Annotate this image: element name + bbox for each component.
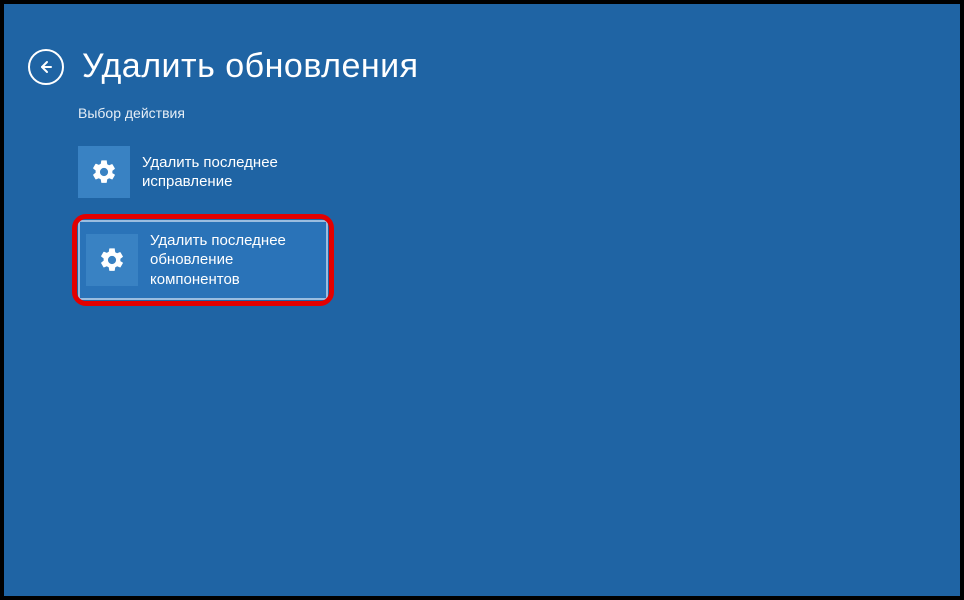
tile-icon-box — [86, 234, 138, 286]
page-subtitle: Выбор действия — [78, 105, 185, 121]
recovery-screen: Удалить обновления Выбор действия Удалит… — [0, 0, 964, 600]
arrow-left-icon — [38, 59, 54, 75]
page-title: Удалить обновления — [82, 48, 419, 85]
header: Удалить обновления — [28, 48, 419, 85]
uninstall-quality-update-tile[interactable]: Удалить последнее исправление — [78, 138, 328, 206]
gear-icon — [90, 158, 118, 186]
back-button[interactable] — [28, 49, 64, 85]
tile-label: Удалить последнее обновление компонентов — [150, 231, 286, 289]
uninstall-feature-update-tile[interactable]: Удалить последнее обновление компонентов — [78, 220, 328, 300]
tile-label: Удалить последнее исправление — [142, 153, 328, 191]
gear-icon — [98, 246, 126, 274]
tile-icon-box — [78, 146, 130, 198]
highlighted-wrapper: Удалить последнее обновление компонентов — [78, 220, 328, 300]
options-list: Удалить последнее исправление Удалить по… — [78, 138, 328, 314]
